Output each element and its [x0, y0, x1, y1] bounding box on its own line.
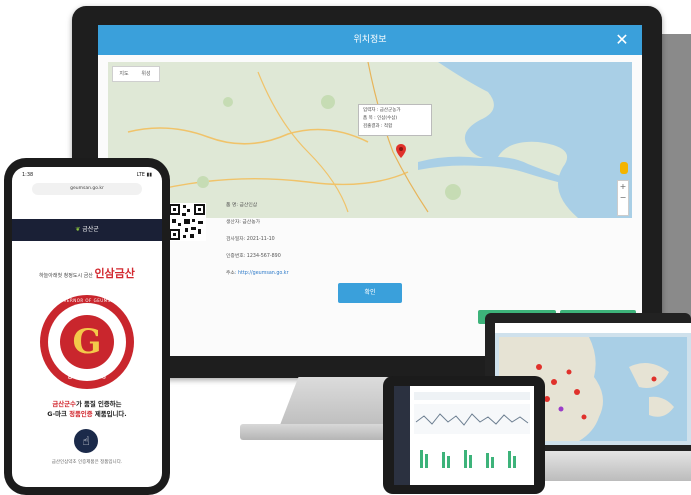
- map-type-satellite[interactable]: 위성: [135, 67, 157, 81]
- slogan-brand: 인삼금산: [94, 267, 135, 280]
- info-row: 주소: http://geumsan.go.kr: [226, 265, 476, 282]
- msg-text: 가 품질 인증하는: [75, 400, 122, 408]
- info-label: 주소: [226, 271, 235, 276]
- site-title: 금산군: [82, 226, 99, 233]
- map-info-popup: 입력자 : 금산군농가 품 목 : 인삼(수삼) 검출결과 : 적합: [358, 104, 432, 136]
- msg-highlight: 금산군수: [52, 400, 76, 408]
- info-label: 생산자: [226, 220, 240, 225]
- map-type-map[interactable]: 지도: [113, 67, 135, 81]
- qr-code-icon: [168, 203, 206, 241]
- info-link[interactable]: : http://geumsan.go.kr: [235, 271, 289, 276]
- url-bar[interactable]: geumsan.go.kr: [32, 183, 142, 195]
- street-view-icon[interactable]: [620, 162, 628, 174]
- msg-text: 제품입니다.: [92, 410, 127, 418]
- site-header: ❦ 금산군: [12, 219, 162, 241]
- info-row: 인증번호: 1234-567-890: [226, 248, 476, 265]
- tablet-sidebar: [394, 386, 410, 485]
- desktop-screen: 위치정보 ✕ 지도 위성 입력자 : 금산군농가 품 목 : 인삼(수삼) 검출결…: [98, 25, 642, 356]
- modal-title: 위치정보: [353, 35, 387, 45]
- info-label: 검사일자: [226, 237, 244, 242]
- tablet-dashboard: [414, 392, 530, 468]
- info-value: : 금산농가: [239, 220, 261, 225]
- popup-line: 검출결과 : 적합: [363, 124, 393, 129]
- info-value: : 1234-567-890: [243, 254, 281, 259]
- product-info: 품 명: 금산인삼 생산자: 금산농가 검사일자: 2021-11-10 인증번…: [226, 197, 476, 282]
- map-marker-icon[interactable]: [396, 144, 406, 158]
- status-signal: LTE ▮▮: [136, 172, 152, 178]
- phone-screen: 1:38 LTE ▮▮ geumsan.go.kr ❦ 금산군 하늘아래첫 청정…: [12, 167, 162, 487]
- map-zoom-control[interactable]: + −: [617, 180, 629, 216]
- map-terrain: [108, 62, 632, 218]
- slogan: 하늘아래첫 청정도시 금산 인삼금산: [12, 265, 162, 281]
- slogan-prefix: 하늘아래첫 청정도시 금산: [39, 273, 93, 279]
- status-time: 1:38: [22, 172, 34, 178]
- leaf-logo-icon: ❦: [75, 226, 81, 233]
- seal-top-text: GOVERNOR OF GEUMSAN: [56, 298, 118, 303]
- msg-text: G-마크: [47, 410, 70, 418]
- hand-icon[interactable]: ☝: [74, 429, 98, 453]
- info-row: 생산자: 금산농가: [226, 214, 476, 231]
- info-row: 품 명: 금산인삼: [226, 197, 476, 214]
- info-value: : 2021-11-10: [243, 237, 275, 242]
- map-type-toggle[interactable]: 지도 위성: [112, 66, 160, 82]
- info-value: : 금산인삼: [236, 203, 258, 208]
- popup-line: 입력자 : 금산군농가: [363, 108, 401, 113]
- info-label: 인증번호: [226, 254, 244, 259]
- laptop-topbar: [495, 323, 691, 333]
- popup-line: 품 목 : 인삼(수삼): [363, 116, 398, 121]
- info-label: 품 명: [226, 203, 237, 208]
- info-row: 검사일자: 2021-11-10: [226, 231, 476, 248]
- certification-message: 금산군수가 품질 인증하는 G-마크 정품인증 제품입니다.: [20, 399, 154, 419]
- footer-note: 금산인삼약초 인증제품은 정품입니다.: [51, 460, 123, 465]
- location-map[interactable]: 지도 위성 입력자 : 금산군농가 품 목 : 인삼(수삼) 검출결과 : 적합 …: [108, 62, 632, 218]
- close-icon[interactable]: ✕: [612, 30, 632, 50]
- g-mark-letter: G: [72, 322, 102, 362]
- status-bar: 1:38 LTE ▮▮: [12, 167, 162, 183]
- tablet-screen: [394, 386, 534, 485]
- seal-bottom-text: 금산군수 품질인증: [67, 374, 107, 380]
- confirm-button[interactable]: 확인: [338, 283, 402, 303]
- msg-highlight: 정품인증: [69, 410, 93, 418]
